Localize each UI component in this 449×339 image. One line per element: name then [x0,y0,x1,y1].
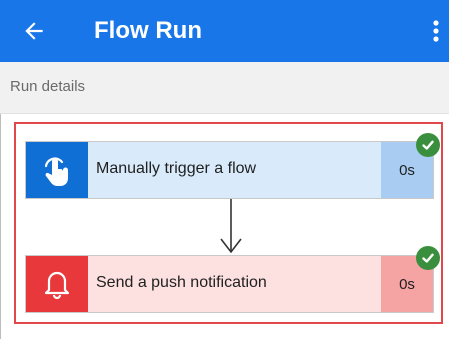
step-icon-box [26,256,88,312]
run-details-title: Run details [10,78,86,95]
page-title: Flow Run [94,17,202,44]
run-details-header: Run details [0,62,449,114]
panel-edge-divider [0,114,1,339]
step-card-notification[interactable]: Send a push notification 0s [25,255,434,313]
hand-tap-icon [44,157,68,186]
app-bar: Flow Run [0,0,449,62]
step-label: Send a push notification [96,274,267,291]
step-icon-box [26,142,88,198]
bell-icon [44,271,70,300]
more-vert-icon [433,20,439,42]
step-card-trigger[interactable]: Manually trigger a flow 0s [25,141,434,199]
back-button[interactable] [14,12,54,50]
success-check-icon [416,246,440,270]
more-options-button[interactable] [424,12,448,50]
down-arrow-connector [220,199,242,254]
success-check-icon [416,133,440,157]
step-label: Manually trigger a flow [96,160,257,177]
arrow-left-icon [25,22,43,40]
